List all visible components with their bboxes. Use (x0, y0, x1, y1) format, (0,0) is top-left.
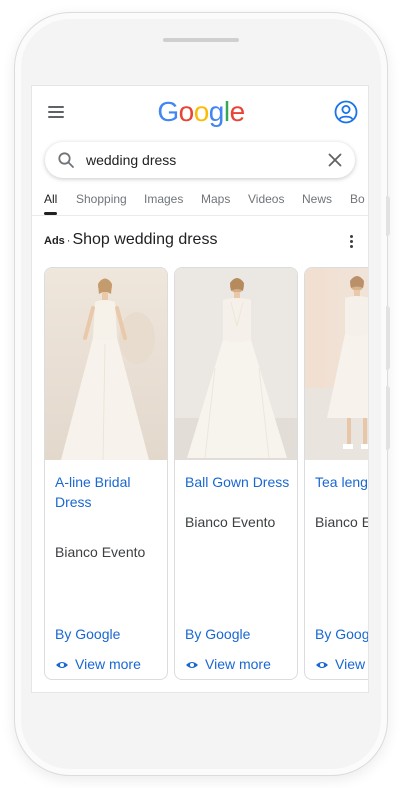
phone-screen: Google wedding dress All Shopping Images… (31, 85, 369, 693)
product-image[interactable] (45, 268, 168, 460)
view-more-link[interactable]: View more (55, 656, 141, 672)
product-seller: Bianco Evento (55, 544, 146, 560)
google-logo[interactable]: Google (32, 96, 368, 128)
ads-title: Shop wedding dress (72, 231, 218, 248)
tab-images[interactable]: Images (144, 192, 183, 206)
tab-maps[interactable]: Maps (201, 192, 230, 206)
active-tab-indicator (44, 212, 57, 215)
search-input[interactable]: wedding dress (86, 152, 176, 168)
by-google-link[interactable]: By Google (55, 626, 120, 642)
product-title[interactable]: Tea lengh (315, 472, 368, 492)
ads-header: Ads · Shop wedding dress (44, 231, 217, 255)
view-more-label: View more (75, 656, 141, 672)
tab-all[interactable]: All (44, 192, 57, 206)
by-google-link[interactable]: By Goog (315, 626, 368, 642)
view-more-label: View r (335, 656, 368, 672)
more-options-icon[interactable] (350, 235, 354, 249)
logo-letter: o (193, 96, 210, 127)
phone-volume-button (386, 306, 390, 370)
eye-icon (316, 662, 328, 669)
product-title[interactable]: A-line Bridal Dress (55, 472, 161, 512)
by-google-link[interactable]: By Google (185, 626, 250, 642)
top-bar: Google (32, 86, 368, 138)
tab-books[interactable]: Bo (350, 192, 365, 206)
logo-letter: G (157, 96, 179, 127)
product-seller: Bianco Evento (185, 514, 276, 530)
tab-news[interactable]: News (302, 192, 332, 206)
search-box[interactable]: wedding dress (45, 142, 355, 178)
phone-volume-button (386, 386, 390, 450)
product-seller: Bianco Ev (315, 514, 368, 530)
tab-videos[interactable]: Videos (248, 192, 284, 206)
product-card[interactable]: Tea lengh Bianco Ev By Goog View r (304, 267, 369, 680)
product-card[interactable]: Ball Gown Dress Bianco Evento By Google … (174, 267, 298, 680)
product-image[interactable] (305, 268, 369, 460)
view-more-link[interactable]: View more (185, 656, 271, 672)
logo-letter: e (229, 96, 246, 127)
close-icon[interactable] (327, 152, 343, 168)
eye-icon (56, 662, 68, 669)
view-more-label: View more (205, 656, 271, 672)
phone-side-button (386, 196, 390, 236)
product-title[interactable]: Ball Gown Dress (185, 472, 291, 492)
ads-label: Ads (44, 235, 65, 247)
view-more-link[interactable]: View r (315, 656, 368, 672)
logo-letter: g (208, 96, 225, 127)
ads-separator: · (66, 235, 71, 247)
account-icon[interactable] (334, 100, 358, 124)
search-tabs: All Shopping Images Maps Videos News Bo (32, 182, 368, 216)
product-image[interactable] (175, 268, 298, 460)
phone-speaker (163, 38, 239, 42)
product-card[interactable]: A-line Bridal Dress Bianco Evento By Goo… (44, 267, 168, 680)
tab-shopping[interactable]: Shopping (76, 192, 127, 206)
eye-icon (186, 662, 198, 669)
logo-letter: o (178, 96, 195, 127)
search-icon (58, 152, 74, 168)
